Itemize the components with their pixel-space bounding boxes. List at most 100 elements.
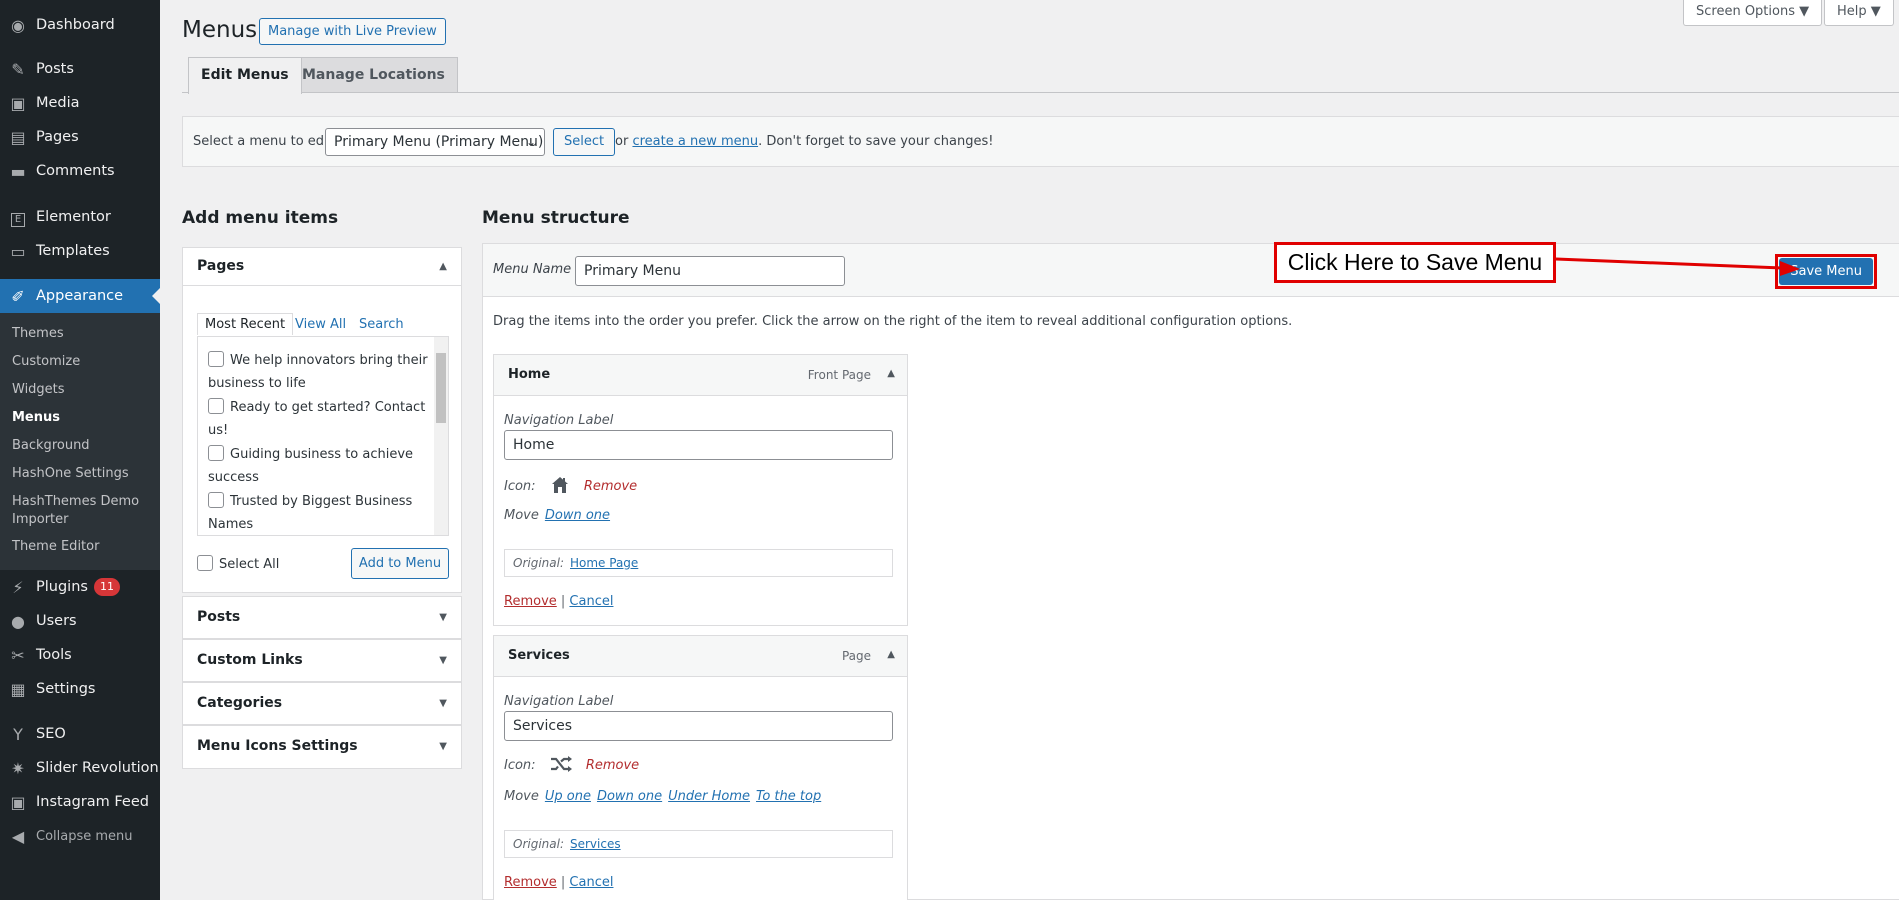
plugin-icon: ⚡ (12, 577, 24, 597)
remove-item-link[interactable]: Remove (504, 594, 557, 609)
posts-accordion[interactable]: Posts ▼ (182, 596, 462, 639)
elementor-icon: E (0, 207, 36, 227)
submenu-item-themes[interactable]: Themes (12, 325, 152, 343)
categories-accordion[interactable]: Categories ▼ (182, 682, 462, 725)
remove-item-link[interactable]: Remove (504, 875, 557, 890)
collapse-arrow-icon[interactable]: ▲ (887, 649, 895, 660)
custom-links-accordion[interactable]: Custom Links ▼ (182, 639, 462, 682)
icon-row: Icon: Remove (504, 756, 639, 773)
sidebar-item-instagram-feed[interactable]: ▣ Instagram Feed (0, 785, 160, 819)
original-page-link[interactable]: Services (570, 837, 621, 851)
sidebar-item-tools[interactable]: ✂ Tools (0, 638, 160, 672)
shuffle-icon (550, 756, 572, 772)
tab-search[interactable]: Search (359, 317, 404, 332)
menu-icons-settings-accordion[interactable]: Menu Icons Settings ▼ (182, 725, 462, 769)
tab-edit-menus[interactable]: Edit Menus (188, 57, 302, 94)
cancel-link[interactable]: Cancel (569, 875, 613, 890)
sidebar-item-comments[interactable]: ▬ Comments (0, 154, 160, 188)
sidebar-item-elementor[interactable]: E Elementor (0, 200, 160, 234)
tab-view-all[interactable]: View All (295, 317, 346, 332)
list-item[interactable]: Guiding business to achieve success (208, 443, 428, 489)
submenu-item-menus[interactable]: Menus (12, 409, 152, 427)
list-item[interactable]: Trusted by Biggest Business Names (208, 490, 428, 535)
list-item[interactable]: Ready to get started? Contact us! (208, 396, 428, 442)
select-menu-label: Select a menu to edit: (193, 134, 338, 149)
list-scrollbar[interactable] (434, 337, 448, 535)
menu-select-bar: Select a menu to edit: Primary Menu (Pri… (182, 116, 1899, 167)
cancel-link[interactable]: Cancel (569, 594, 613, 609)
sidebar-item-users[interactable]: ● Users (0, 604, 160, 638)
checkbox[interactable] (197, 555, 213, 571)
save-menu-button[interactable]: Save Menu (1779, 258, 1873, 285)
move-down-one-link[interactable]: Down one (545, 508, 610, 523)
menu-item-title: Home (508, 367, 551, 382)
tab-manage-locations[interactable]: Manage Locations (289, 57, 458, 93)
nav-label-caption: Navigation Label (504, 694, 614, 709)
move-under-home-link[interactable]: Under Home (668, 789, 750, 804)
page-checkbox[interactable] (208, 492, 224, 508)
submenu-item-hashone-settings[interactable]: HashOne Settings (12, 465, 152, 483)
navigation-label-input[interactable]: Services (504, 711, 893, 741)
remove-icon-link[interactable]: Remove (586, 758, 639, 773)
page-checkbox[interactable] (208, 398, 224, 414)
scrollbar-thumb[interactable] (436, 353, 446, 423)
sidebar-item-label: Comments (36, 163, 115, 179)
sidebar-item-pages[interactable]: ▤ Pages (0, 120, 160, 154)
sidebar-item-label: Elementor (36, 209, 111, 225)
move-to-top-link[interactable]: To the top (756, 789, 821, 804)
expand-arrow-icon[interactable]: ▼ (439, 741, 447, 752)
collapse-arrow-icon[interactable]: ▲ (439, 261, 447, 272)
expand-arrow-icon[interactable]: ▼ (439, 698, 447, 709)
help-button[interactable]: Help ▼ (1824, 0, 1894, 26)
move-caption: Move (504, 789, 539, 804)
sidebar-item-posts[interactable]: ✎ Posts (0, 52, 160, 86)
menu-select-dropdown[interactable]: Primary Menu (Primary Menu) ⌄ (325, 128, 545, 156)
submenu-item-customize[interactable]: Customize (12, 353, 152, 371)
sidebar-item-slider-revolution[interactable]: ✷ Slider Revolution (0, 751, 160, 785)
submenu-item-theme-editor[interactable]: Theme Editor (12, 538, 152, 556)
tab-most-recent[interactable]: Most Recent (197, 313, 294, 335)
page-checkbox[interactable] (208, 445, 224, 461)
menu-icons-settings-title: Menu Icons Settings (197, 738, 358, 754)
menu-item-handle[interactable]: Services Page ▲ (494, 636, 907, 677)
menu-select-value: Primary Menu (Primary Menu) (334, 134, 544, 150)
create-new-menu-link[interactable]: create a new menu (632, 134, 758, 149)
submenu-item-widgets[interactable]: Widgets (12, 381, 152, 399)
screen-options-button[interactable]: Screen Options ▼ (1683, 0, 1823, 26)
page-checkbox[interactable] (208, 351, 224, 367)
manage-live-preview-button[interactable]: Manage with Live Preview (259, 18, 446, 45)
collapse-arrow-icon[interactable]: ▲ (887, 368, 895, 379)
menu-item-handle[interactable]: Home Front Page ▲ (494, 355, 907, 396)
sidebar-item-appearance[interactable]: ✐ Appearance (0, 279, 160, 313)
collapse-menu-button[interactable]: ◀ Collapse menu (0, 819, 160, 853)
navigation-label-input[interactable]: Home (504, 430, 893, 460)
sidebar-item-plugins[interactable]: ⚡ Plugins 11 (0, 570, 160, 604)
sidebar-item-seo[interactable]: Y SEO (0, 717, 160, 751)
expand-arrow-icon[interactable]: ▼ (439, 612, 447, 623)
sidebar-item-dashboard[interactable]: ◉ Dashboard (0, 8, 160, 42)
list-item[interactable]: We help innovators bring their business … (208, 349, 428, 395)
add-to-menu-button[interactable]: Add to Menu (351, 548, 449, 579)
select-all-checkbox[interactable]: Select All (197, 555, 279, 572)
submenu-item-demo-importer[interactable]: HashThemes Demo Importer (12, 493, 152, 529)
comments-icon: ▬ (10, 161, 26, 181)
icon-caption: Icon: (504, 758, 536, 773)
current-menu-arrow (152, 288, 160, 304)
pages-accordion-header[interactable]: Pages ▲ (183, 248, 461, 286)
menu-name-input[interactable]: Primary Menu (575, 256, 845, 286)
original-page-link[interactable]: Home Page (570, 556, 638, 570)
expand-arrow-icon[interactable]: ▼ (439, 655, 447, 666)
icon-row: Icon: Remove (504, 475, 637, 495)
remove-icon-link[interactable]: Remove (584, 479, 637, 494)
submenu-item-background[interactable]: Background (12, 437, 152, 455)
sidebar-item-media[interactable]: ▣ Media (0, 86, 160, 120)
wrench-icon: ✂ (11, 645, 25, 665)
dashboard-icon: ◉ (11, 15, 25, 35)
pages-checklist[interactable]: We help innovators bring their business … (197, 336, 449, 536)
select-button[interactable]: Select (553, 128, 616, 156)
move-down-one-link[interactable]: Down one (597, 789, 662, 804)
sidebar-item-templates[interactable]: ▭ Templates (0, 234, 160, 268)
sidebar-item-settings[interactable]: ▦ Settings (0, 672, 160, 706)
move-up-one-link[interactable]: Up one (545, 789, 591, 804)
pages-icon: ▤ (10, 127, 26, 147)
